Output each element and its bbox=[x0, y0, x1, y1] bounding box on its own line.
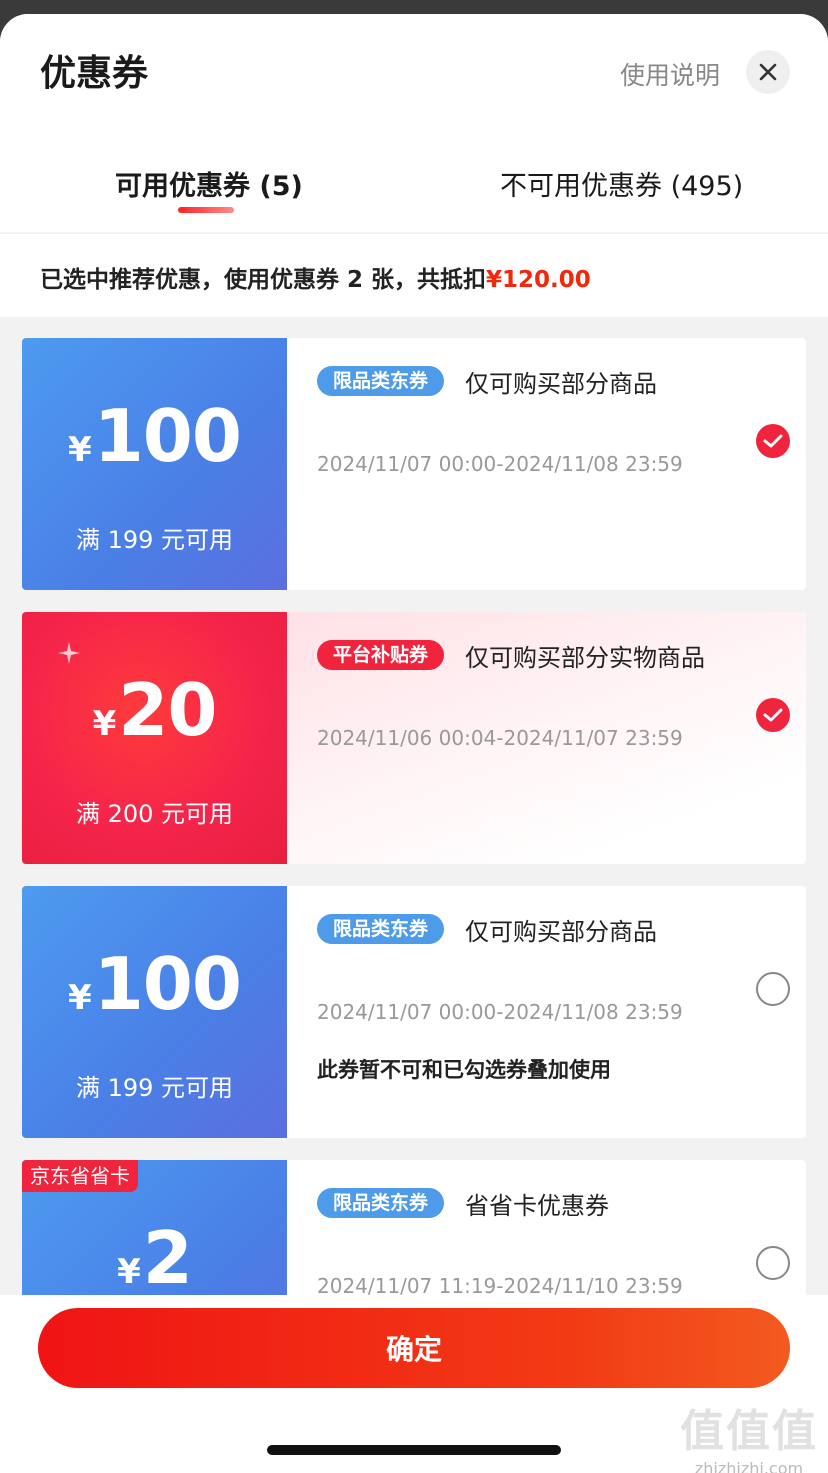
confirm-button[interactable]: 确定 bbox=[38, 1308, 790, 1388]
coupon-amount: ¥100 bbox=[68, 942, 242, 1026]
checkmark-icon bbox=[763, 708, 783, 722]
coupon-info: 限品类东券 仅可购买部分商品 2024/11/07 00:00-2024/11/… bbox=[287, 338, 806, 590]
coupon-description: 仅可购买部分商品 bbox=[465, 370, 657, 398]
coupon-sheet: 优惠券 使用说明 可用优惠券 (5) 不可用优惠券 (495) 已选中推荐优惠，… bbox=[0, 14, 828, 1473]
watermark-logo: 值值值 bbox=[680, 1406, 818, 1457]
coupon-description: 仅可购买部分实物商品 bbox=[465, 644, 705, 672]
tab-available-coupons[interactable]: 可用优惠券 (5) bbox=[115, 164, 303, 203]
summary-text: 已选中推荐优惠，使用优惠券 2 张，共抵扣¥120.00 bbox=[40, 260, 591, 294]
coupon-card[interactable]: ¥100 满 199 元可用 限品类东券 仅可购买部分商品 2024/11/07… bbox=[22, 338, 806, 590]
coupon-stacking-note: 此券暂不可和已勾选券叠加使用 bbox=[317, 1058, 611, 1082]
sparkle-icon bbox=[58, 642, 80, 664]
sheet-header: 优惠券 使用说明 可用优惠券 (5) 不可用优惠券 (495) bbox=[0, 14, 828, 232]
summary-label: 已选中推荐优惠，使用优惠券 2 张，共抵扣 bbox=[40, 267, 487, 293]
footer-bar: 确定 值值值 zhizhizhi.com bbox=[0, 1295, 828, 1473]
home-indicator bbox=[267, 1445, 561, 1455]
coupon-card[interactable]: ¥100 满 199 元可用 限品类东券 仅可购买部分商品 2024/11/07… bbox=[22, 886, 806, 1138]
coupon-value-panel: ¥100 满 199 元可用 bbox=[22, 886, 287, 1138]
tab-unavailable-coupons[interactable]: 不可用优惠券 (495) bbox=[500, 164, 743, 203]
coupon-value-panel: ¥20 满 200 元可用 bbox=[22, 612, 287, 864]
coupon-validity: 2024/11/07 00:00-2024/11/08 23:59 bbox=[317, 1000, 683, 1024]
coupon-type-badge: 限品类东券 bbox=[317, 1188, 445, 1218]
selection-summary: 已选中推荐优惠，使用优惠券 2 张，共抵扣¥120.00 bbox=[0, 233, 828, 317]
coupon-description: 省省卡优惠券 bbox=[465, 1192, 609, 1220]
coupon-type-badge: 限品类东券 bbox=[317, 914, 445, 944]
coupon-validity: 2024/11/06 00:04-2024/11/07 23:59 bbox=[317, 726, 683, 750]
coupon-type-badge: 限品类东券 bbox=[317, 366, 445, 396]
usage-instructions-link[interactable]: 使用说明 bbox=[620, 56, 720, 92]
coupon-info: 平台补贴券 仅可购买部分实物商品 2024/11/06 00:04-2024/1… bbox=[287, 612, 806, 864]
checkmark-icon bbox=[763, 434, 783, 448]
coupon-checkbox[interactable] bbox=[756, 972, 790, 1006]
coupon-condition: 满 199 元可用 bbox=[75, 526, 234, 554]
coupon-condition: 满 199 元可用 bbox=[75, 1074, 234, 1102]
page-title: 优惠券 bbox=[40, 53, 149, 94]
coupon-amount: ¥100 bbox=[68, 394, 242, 478]
savings-card-tag: 京东省省卡 bbox=[22, 1160, 138, 1192]
watermark: 值值值 zhizhizhi.com bbox=[680, 1395, 818, 1473]
coupon-amount: ¥20 bbox=[92, 668, 218, 752]
close-button[interactable] bbox=[746, 50, 790, 94]
coupon-card[interactable]: ¥20 满 200 元可用 平台补贴券 仅可购买部分实物商品 2024/11/0… bbox=[22, 612, 806, 864]
coupon-checkbox[interactable] bbox=[756, 1246, 790, 1280]
close-icon bbox=[759, 63, 777, 81]
coupon-checkbox[interactable] bbox=[756, 698, 790, 732]
coupon-value-panel: ¥100 满 199 元可用 bbox=[22, 338, 287, 590]
coupon-description: 仅可购买部分商品 bbox=[465, 918, 657, 946]
coupon-checkbox[interactable] bbox=[756, 424, 790, 458]
watermark-url: zhizhizhi.com bbox=[694, 1459, 804, 1473]
coupon-info: 限品类东券 仅可购买部分商品 2024/11/07 00:00-2024/11/… bbox=[287, 886, 806, 1138]
summary-amount: ¥120.00 bbox=[486, 267, 591, 293]
coupon-type-badge: 平台补贴券 bbox=[317, 640, 445, 670]
coupon-condition: 满 200 元可用 bbox=[75, 800, 234, 828]
coupon-list: ¥100 满 199 元可用 限品类东券 仅可购买部分商品 2024/11/07… bbox=[0, 318, 828, 1318]
coupon-validity: 2024/11/07 00:00-2024/11/08 23:59 bbox=[317, 452, 683, 476]
coupon-amount: ¥2 bbox=[117, 1216, 193, 1300]
active-tab-indicator bbox=[178, 207, 234, 213]
